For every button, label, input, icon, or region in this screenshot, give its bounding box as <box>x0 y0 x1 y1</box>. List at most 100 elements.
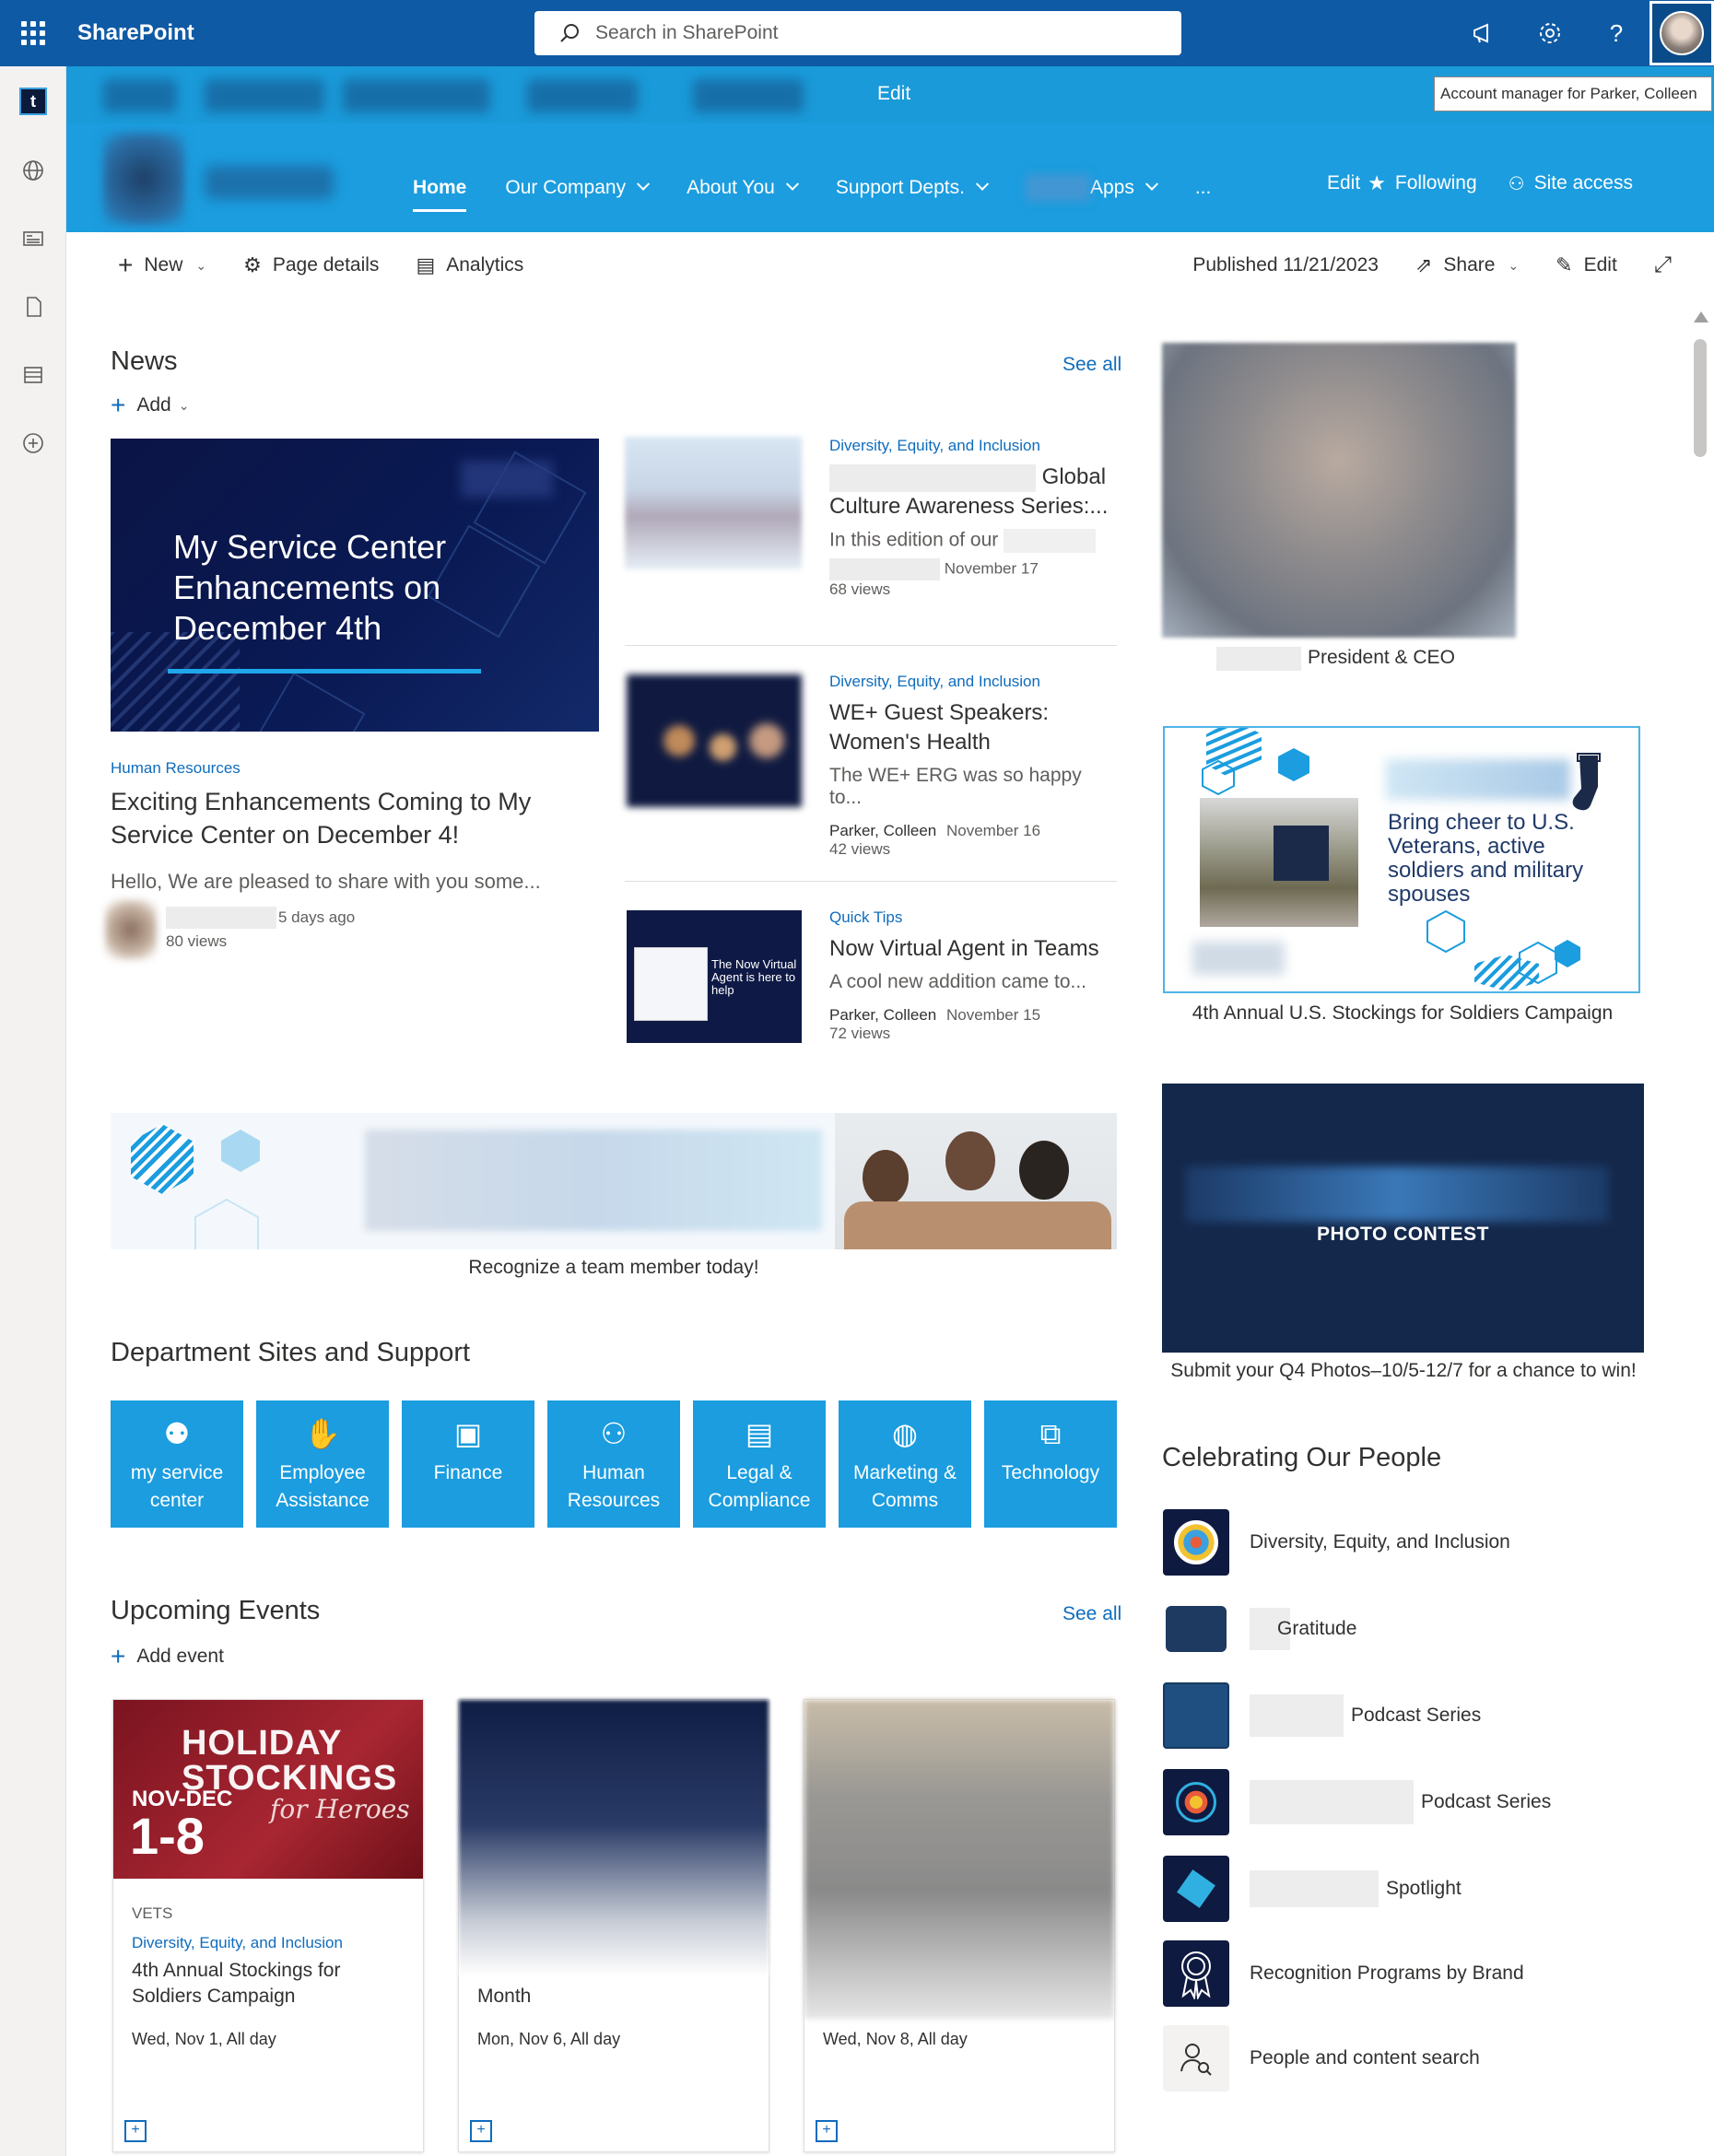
news-see-all-link[interactable]: See all <box>1062 354 1121 376</box>
gear-icon: ⚙ <box>243 253 262 276</box>
share-button[interactable]: ⇗ Share ⌄ <box>1415 253 1519 277</box>
news-category[interactable]: Quick Tips <box>829 908 1117 927</box>
hub-link[interactable] <box>205 79 324 112</box>
feedback-button[interactable] <box>1450 0 1517 66</box>
tile-my-service-center[interactable]: ⚉ my service center <box>111 1400 243 1528</box>
expand-button[interactable]: ⤢ <box>1654 252 1672 278</box>
nav-item-our-company[interactable]: Our Company <box>505 171 651 205</box>
people-link-gratitude[interactable]: Gratitude <box>1163 1596 1642 1662</box>
header-edit-link[interactable]: Edit <box>1327 172 1360 194</box>
tile-legal-compliance[interactable]: ▤ Legal & Compliance <box>693 1400 826 1528</box>
stockings-caption[interactable]: 4th Annual U.S. Stockings for Soldiers C… <box>1163 1002 1642 1025</box>
photo-contest-image[interactable]: PHOTO CONTEST <box>1162 1084 1644 1353</box>
hero-title[interactable]: Exciting Enhancements Coming to My Servi… <box>111 785 590 851</box>
news-category[interactable]: Diversity, Equity, and Inclusion <box>829 437 1117 455</box>
nav-more-button[interactable]: ... <box>1195 171 1212 205</box>
stockings-campaign-image[interactable]: Bring cheer to U.S. Veterans, active sol… <box>1163 726 1640 993</box>
new-button[interactable]: + New ⌄ <box>118 251 206 280</box>
tile-human-resources[interactable]: ⚇ Human Resources <box>547 1400 680 1528</box>
hub-logo[interactable] <box>103 79 177 112</box>
ceo-photo[interactable] <box>1162 343 1516 638</box>
tile-technology[interactable]: ⧉ Technology <box>984 1400 1117 1528</box>
event-card[interactable]: HOLIDAY STOCKINGS for Heroes NOV-DEC 1-8… <box>112 1699 424 2152</box>
department-tiles: ⚉ my service center ✋ Employee Assistanc… <box>111 1400 1117 1528</box>
hub-link[interactable] <box>527 79 638 112</box>
hero-author-name[interactable] <box>166 907 276 929</box>
news-button[interactable] <box>0 205 66 273</box>
recognition-banner[interactable] <box>111 1113 1117 1249</box>
search-box[interactable]: Search in SharePoint <box>534 11 1181 55</box>
people-link-podcast-2[interactable]: Podcast Series <box>1163 1769 1642 1835</box>
nav-item-home[interactable]: Home <box>413 171 467 212</box>
news-author[interactable]: Parker, Colleen <box>829 1006 936 1024</box>
site-logo[interactable] <box>103 133 184 225</box>
news-author[interactable]: Parker, Colleen <box>829 822 936 839</box>
site-access-button[interactable]: ⚇ Site access <box>1509 172 1633 195</box>
news-meta: Parker, Colleen November 16 <box>829 822 1117 840</box>
tile-finance[interactable]: ▣ Finance <box>402 1400 534 1528</box>
add-event-button[interactable]: + Add event <box>111 1644 224 1670</box>
event-category[interactable]: Diversity, Equity, and Inclusion <box>132 1934 343 1952</box>
ceo-caption: President & CEO <box>1308 647 1455 668</box>
news-hero-image[interactable]: My Service Center Enhancements on Decemb… <box>111 439 599 732</box>
page-scrollbar[interactable] <box>1692 311 1710 2154</box>
nav-item-about-you[interactable]: About You <box>687 171 799 205</box>
photo-contest-caption[interactable]: Submit your Q4 Photos–10/5-12/7 for a ch… <box>1163 1360 1644 1382</box>
hub-link[interactable] <box>693 79 804 112</box>
lists-button[interactable] <box>0 341 66 409</box>
event-title[interactable]: Month <box>477 1984 754 2010</box>
tile-employee-assistance[interactable]: ✋ Employee Assistance <box>256 1400 389 1528</box>
people-label: People and content search <box>1250 2047 1480 2068</box>
analytics-label: Analytics <box>446 254 524 275</box>
new-label: New <box>144 254 183 275</box>
news-item[interactable]: Diversity, Equity, and Inclusion Global … <box>625 437 1117 621</box>
news-category[interactable]: Diversity, Equity, and Inclusion <box>829 673 1117 691</box>
hero-category[interactable]: Human Resources <box>111 759 241 778</box>
people-link-dei[interactable]: Diversity, Equity, and Inclusion <box>1163 1509 1642 1576</box>
nav-item-apps[interactable]: Apps <box>1025 171 1158 205</box>
following-button[interactable]: ★ Following <box>1368 171 1476 195</box>
hub-link[interactable] <box>343 79 490 112</box>
hub-edit-link[interactable]: Edit <box>877 83 910 105</box>
brand-name[interactable]: SharePoint <box>77 20 194 46</box>
edit-page-button[interactable]: ✎ Edit <box>1556 253 1617 277</box>
scroll-thumb[interactable] <box>1694 339 1707 457</box>
ceo-name <box>1216 647 1301 671</box>
event-card[interactable]: Month Mon, Nov 6, All day + <box>458 1699 769 2152</box>
hexagon-stripes-icon <box>131 1124 194 1194</box>
news-title[interactable]: Now Virtual Agent in Teams <box>829 934 1117 964</box>
event-card[interactable]: Wed, Nov 8, All day + <box>804 1699 1115 2152</box>
events-see-all-link[interactable]: See all <box>1062 1603 1121 1625</box>
photo-contest-blurred-band <box>1185 1166 1609 1222</box>
people-link-podcast[interactable]: Podcast Series <box>1163 1682 1642 1749</box>
news-title[interactable]: Global Culture Awareness Series:... <box>829 463 1117 521</box>
app-launcher-button[interactable] <box>0 0 66 66</box>
site-logo-app-bar[interactable]: t <box>0 66 66 136</box>
hero-author-avatar[interactable] <box>105 899 157 960</box>
people-link-search[interactable]: People and content search <box>1163 2025 1642 2092</box>
event-title[interactable]: 4th Annual Stockings for Soldiers Campai… <box>132 1958 408 2010</box>
news-add-button[interactable]: + Add ⌄ <box>111 393 189 418</box>
create-button[interactable] <box>0 409 66 477</box>
analytics-button[interactable]: ▤ Analytics <box>416 253 523 277</box>
tile-marketing-comms[interactable]: ◍ Marketing & Comms <box>839 1400 971 1528</box>
site-navigation: Home Our Company About You Support Depts… <box>413 171 1250 212</box>
people-link-recognition[interactable]: Recognition Programs by Brand <box>1163 1940 1642 2007</box>
help-button[interactable]: ? <box>1583 0 1649 66</box>
site-title[interactable] <box>205 166 334 199</box>
add-to-calendar-icon[interactable]: + <box>816 2120 838 2142</box>
files-button[interactable] <box>0 273 66 341</box>
news-item[interactable]: The Now Virtual Agent is here to help Qu… <box>625 908 1117 1093</box>
news-item[interactable]: Diversity, Equity, and Inclusion WE+ Gue… <box>625 673 1117 858</box>
banner-caption[interactable]: Recognize a team member today! <box>111 1257 1117 1279</box>
people-link-spotlight[interactable]: Spotlight <box>1163 1856 1642 1922</box>
add-to-calendar-icon[interactable]: + <box>470 2120 492 2142</box>
news-title[interactable]: WE+ Guest Speakers: Women's Health <box>829 698 1117 757</box>
add-to-calendar-icon[interactable]: + <box>124 2120 147 2142</box>
nav-item-support-depts[interactable]: Support Depts. <box>836 171 990 205</box>
sites-button[interactable] <box>0 136 66 205</box>
scroll-up-arrow-icon[interactable] <box>1694 311 1708 322</box>
settings-button[interactable] <box>1517 0 1583 66</box>
account-button[interactable] <box>1649 1 1714 65</box>
page-details-button[interactable]: ⚙ Page details <box>243 253 379 277</box>
